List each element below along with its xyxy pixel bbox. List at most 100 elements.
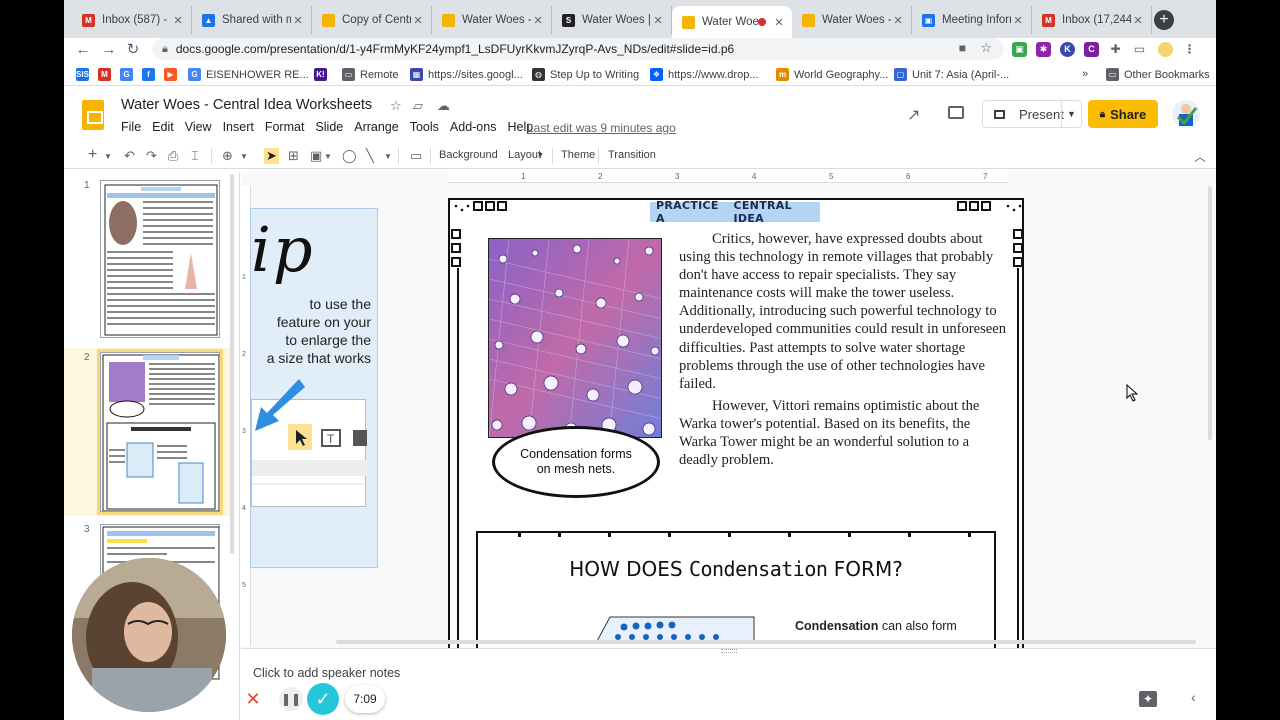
browser-tab[interactable]: Water Woes - C✕: [792, 6, 912, 34]
close-tab-icon[interactable]: ✕: [772, 16, 786, 29]
bookmarks-overflow-button[interactable]: »: [1082, 68, 1088, 80]
slide-body-text[interactable]: Critics, however, have expressed doubts …: [679, 230, 1011, 473]
close-tab-icon[interactable]: ✕: [291, 14, 305, 27]
bookmark-item[interactable]: G: [120, 68, 138, 81]
bookmark-item[interactable]: G EISENHOWER RE...: [188, 68, 309, 81]
theme-button[interactable]: Theme: [561, 149, 595, 161]
extension-icon[interactable]: ▣: [1012, 42, 1027, 57]
browser-tab[interactable]: Water Woe ✕: [672, 6, 792, 38]
menu-item-format[interactable]: Format: [265, 120, 305, 134]
document-title[interactable]: Water Woes - Central Idea Worksheets: [121, 97, 372, 113]
print-icon[interactable]: ⎙: [168, 148, 178, 164]
new-tab-button[interactable]: +: [1154, 10, 1174, 30]
slide-thumbnail-2[interactable]: [97, 349, 223, 515]
close-icon[interactable]: ✕: [241, 687, 265, 711]
chevron-left-icon[interactable]: ‹: [1191, 689, 1196, 705]
paint-format-icon[interactable]: ⌶: [191, 148, 199, 164]
menu-item-view[interactable]: View: [185, 120, 212, 134]
menu-item-insert[interactable]: Insert: [223, 120, 254, 134]
resize-handle[interactable]: [721, 649, 737, 653]
share-button[interactable]: 🔒︎ Share: [1088, 100, 1158, 128]
pause-icon[interactable]: ❚❚: [279, 687, 303, 711]
bookmark-item[interactable]: SIS: [76, 68, 94, 81]
bookmark-item[interactable]: ◍ Step Up to Writing: [532, 68, 639, 81]
slide-canvas[interactable]: 1 2 3 4 5 6 7 1 2 3 4 5 ip to use the feature on y…: [241, 172, 1216, 648]
image-caption[interactable]: Condensation forms on mesh nets.: [492, 426, 660, 498]
camera-icon[interactable]: ■: [959, 41, 966, 55]
chevron-down-icon[interactable]: ▼: [240, 152, 248, 161]
close-tab-icon[interactable]: ✕: [171, 14, 185, 27]
profile-avatar[interactable]: [1158, 42, 1173, 57]
chevron-down-icon[interactable]: ▼: [104, 152, 112, 161]
bookmark-item[interactable]: ❖ https://www.drop...: [650, 68, 758, 81]
browser-tab[interactable]: ▲ Shared with me✕: [192, 6, 312, 34]
text-box-icon[interactable]: ⊞: [288, 148, 299, 164]
last-edit-link[interactable]: Last edit was 9 minutes ago: [527, 121, 676, 135]
speaker-notes-placeholder[interactable]: Click to add speaker notes: [253, 666, 400, 680]
star-icon[interactable]: ☆: [390, 98, 402, 114]
mesh-condensation-photo[interactable]: [488, 238, 662, 438]
chevron-down-icon[interactable]: ▼: [1061, 101, 1081, 127]
browser-tab[interactable]: M Inbox (17,244) ✕: [1032, 6, 1152, 34]
add-comment-icon[interactable]: ▭: [410, 148, 422, 164]
back-icon[interactable]: ←: [74, 41, 92, 59]
bookmark-item[interactable]: M: [98, 68, 116, 81]
extension-icon[interactable]: K: [1060, 42, 1075, 57]
close-tab-icon[interactable]: ✕: [1011, 14, 1025, 27]
close-tab-icon[interactable]: ✕: [411, 14, 425, 27]
address-bar[interactable]: 🔒︎ docs.google.com/presentation/d/1-y4Fr…: [152, 38, 1004, 60]
explore-icon[interactable]: ✦: [1139, 691, 1157, 707]
menu-item-file[interactable]: File: [121, 120, 141, 134]
chevron-down-icon[interactable]: ▼: [324, 152, 332, 161]
extension-icon[interactable]: C: [1084, 42, 1099, 57]
other-bookmarks-folder[interactable]: ▭ Other Bookmarks: [1106, 68, 1210, 81]
condensation-section[interactable]: HOW DOES Condensation FORM? Condensation…: [476, 531, 996, 648]
browser-tab[interactable]: ▣ Meeting Inform✕: [912, 6, 1032, 34]
canvas-horizontal-scrollbar[interactable]: [336, 640, 1196, 644]
close-tab-icon[interactable]: ✕: [891, 14, 905, 27]
shape-icon[interactable]: ◯: [342, 148, 357, 164]
transition-button[interactable]: Transition: [608, 149, 656, 161]
menu-item-arrange[interactable]: Arrange: [354, 120, 398, 134]
close-tab-icon[interactable]: ✕: [651, 14, 665, 27]
check-icon[interactable]: ✓: [307, 683, 339, 715]
menu-item-edit[interactable]: Edit: [152, 120, 174, 134]
undo-icon[interactable]: ↶: [124, 148, 135, 164]
browser-tab[interactable]: Copy of Centra✕: [312, 6, 432, 34]
slide-thumbnail-1[interactable]: [100, 180, 220, 338]
star-icon[interactable]: ☆: [980, 40, 992, 56]
speaker-notes[interactable]: Click to add speaker notes ✕ ❚❚ ✓ 7:09 ✦…: [241, 648, 1216, 720]
canvas-vertical-scrollbar[interactable]: [1208, 186, 1212, 440]
menu-item-slide[interactable]: Slide: [315, 120, 343, 134]
browser-tab[interactable]: Water Woes - C✕: [432, 6, 552, 34]
browser-tab[interactable]: S Water Woes | S✕: [552, 6, 672, 34]
bookmark-item[interactable]: ▭ Remote: [342, 68, 399, 81]
image-icon[interactable]: ▣: [310, 148, 322, 164]
select-cursor-icon[interactable]: ➤: [264, 148, 279, 164]
forward-icon[interactable]: →: [100, 41, 118, 59]
bookmark-item[interactable]: K!: [314, 68, 332, 81]
menu-item-tools[interactable]: Tools: [410, 120, 439, 134]
redo-icon[interactable]: ↷: [146, 148, 157, 164]
menu-item-addons[interactable]: Add-ons: [450, 120, 497, 134]
background-button[interactable]: Background: [439, 149, 498, 161]
chevron-down-icon[interactable]: ▼: [384, 152, 392, 161]
bookmark-item[interactable]: ▢ Unit 7: Asia (April-...: [894, 68, 1009, 81]
close-tab-icon[interactable]: ✕: [531, 14, 545, 27]
chevron-up-icon[interactable]: ︿: [1194, 148, 1206, 165]
line-icon[interactable]: ╲: [366, 148, 374, 164]
slides-logo-icon[interactable]: [82, 100, 104, 130]
tip-card-offslide[interactable]: ip to use the feature on your to enlarge…: [250, 208, 378, 568]
filmstrip-scrollbar[interactable]: [230, 174, 234, 554]
chevron-down-icon[interactable]: ▼: [537, 152, 544, 159]
bookmark-item[interactable]: m World Geography...: [776, 68, 888, 81]
reload-icon[interactable]: ↻: [124, 41, 142, 59]
present-button[interactable]: Present ▼: [982, 100, 1082, 128]
user-avatar[interactable]: [1172, 100, 1200, 128]
comment-icon[interactable]: [948, 106, 964, 119]
new-slide-icon[interactable]: +: [88, 146, 97, 164]
menu-kebab-icon[interactable]: ⋮: [1182, 42, 1197, 57]
zoom-icon[interactable]: ⊕: [222, 148, 233, 164]
cast-icon[interactable]: ▭: [1132, 42, 1147, 57]
move-folder-icon[interactable]: ▱: [413, 98, 423, 114]
